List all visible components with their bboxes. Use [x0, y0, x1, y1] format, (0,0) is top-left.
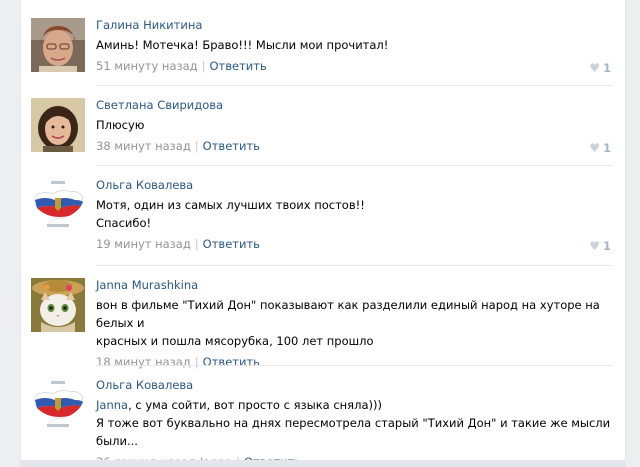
separator: | [194, 237, 199, 251]
avatar-image [31, 178, 85, 232]
comment-text: Плюсую [96, 118, 145, 132]
comment-item: Ольга Ковалева Janna, с ума сойти, вот п… [21, 366, 625, 467]
like-button[interactable]: ♥ 1 [589, 141, 611, 155]
reply-link[interactable]: Ответить [203, 237, 260, 251]
comment-text-line: Мотя, один из самых лучших твоих постов!… [96, 198, 365, 212]
reply-link[interactable]: Ответить [209, 59, 266, 73]
mention-link[interactable]: Janna [96, 398, 128, 412]
comment-meta: 38 минут назад | Ответить [96, 139, 613, 154]
author-name[interactable]: Светлана Свиридова [96, 98, 613, 113]
comment-text: Аминь! Мотечка! Браво!!! Мысли мои прочи… [96, 38, 389, 52]
author-name[interactable]: Janna Murashkina [96, 278, 613, 293]
author-name[interactable]: Ольга Ковалева [96, 378, 613, 393]
separator: | [194, 139, 199, 153]
avatar-image [31, 18, 85, 72]
comment-time[interactable]: 38 минут назад [96, 139, 191, 153]
author-name[interactable]: Галина Никитина [96, 18, 613, 33]
comment-text-line: Janna, с ума сойти, вот просто с языка с… [96, 396, 613, 414]
avatar-image [31, 98, 85, 152]
like-button[interactable]: ♥ 1 [589, 239, 611, 253]
comment-text-line: Я тоже вот буквально на днях пересмотрел… [96, 416, 611, 448]
like-count: 1 [602, 239, 611, 253]
like-button[interactable]: ♥ 1 [589, 61, 611, 75]
comment-text: Janna, с ума сойти, вот просто с языка с… [96, 396, 613, 450]
like-count: 1 [602, 61, 611, 75]
comment-text-line: красных и пошла мясорубка, 100 лет прошл… [96, 334, 374, 348]
comment-meta: 19 минут назад | Ответить [96, 237, 613, 252]
avatar[interactable] [31, 178, 85, 232]
comment-time[interactable]: 19 минут назад [96, 237, 191, 251]
avatar-image [31, 378, 85, 432]
comment-item: Janna Murashkina вон в фильме "Тихий Дон… [21, 266, 625, 369]
heart-icon: ♥ [589, 239, 600, 253]
heart-icon: ♥ [589, 61, 600, 75]
panel-bottom-edge [20, 460, 626, 467]
comment-item: Светлана Свиридова Плюсую 38 минут назад… [21, 86, 625, 166]
comment-time[interactable]: 51 минуту назад [96, 59, 198, 73]
heart-icon: ♥ [589, 141, 600, 155]
comment-text-line: Спасибо! [96, 216, 152, 230]
avatar[interactable] [31, 18, 85, 72]
comment-meta: 51 минуту назад | Ответить [96, 59, 613, 74]
comments-panel: Галина Никитина Аминь! Мотечка! Браво!!!… [20, 0, 626, 467]
comment-text: Мотя, один из самых лучших твоих постов!… [96, 196, 613, 232]
comment-text-fragment: , с ума сойти, вот просто с языка сняла)… [128, 398, 382, 412]
comment-text-line: вон в фильме "Тихий Дон" показывают как … [96, 298, 600, 330]
comment-text: вон в фильме "Тихий Дон" показывают как … [96, 296, 613, 350]
author-name[interactable]: Ольга Ковалева [96, 178, 613, 193]
avatar-image [31, 278, 85, 332]
comment-item: Ольга Ковалева Мотя, один из самых лучши… [21, 166, 625, 266]
avatar[interactable] [31, 98, 85, 152]
avatar[interactable] [31, 278, 85, 332]
avatar[interactable] [31, 378, 85, 432]
reply-link[interactable]: Ответить [203, 139, 260, 153]
separator: | [201, 59, 206, 73]
comment-item: Галина Никитина Аминь! Мотечка! Браво!!!… [21, 0, 625, 86]
like-count: 1 [602, 141, 611, 155]
